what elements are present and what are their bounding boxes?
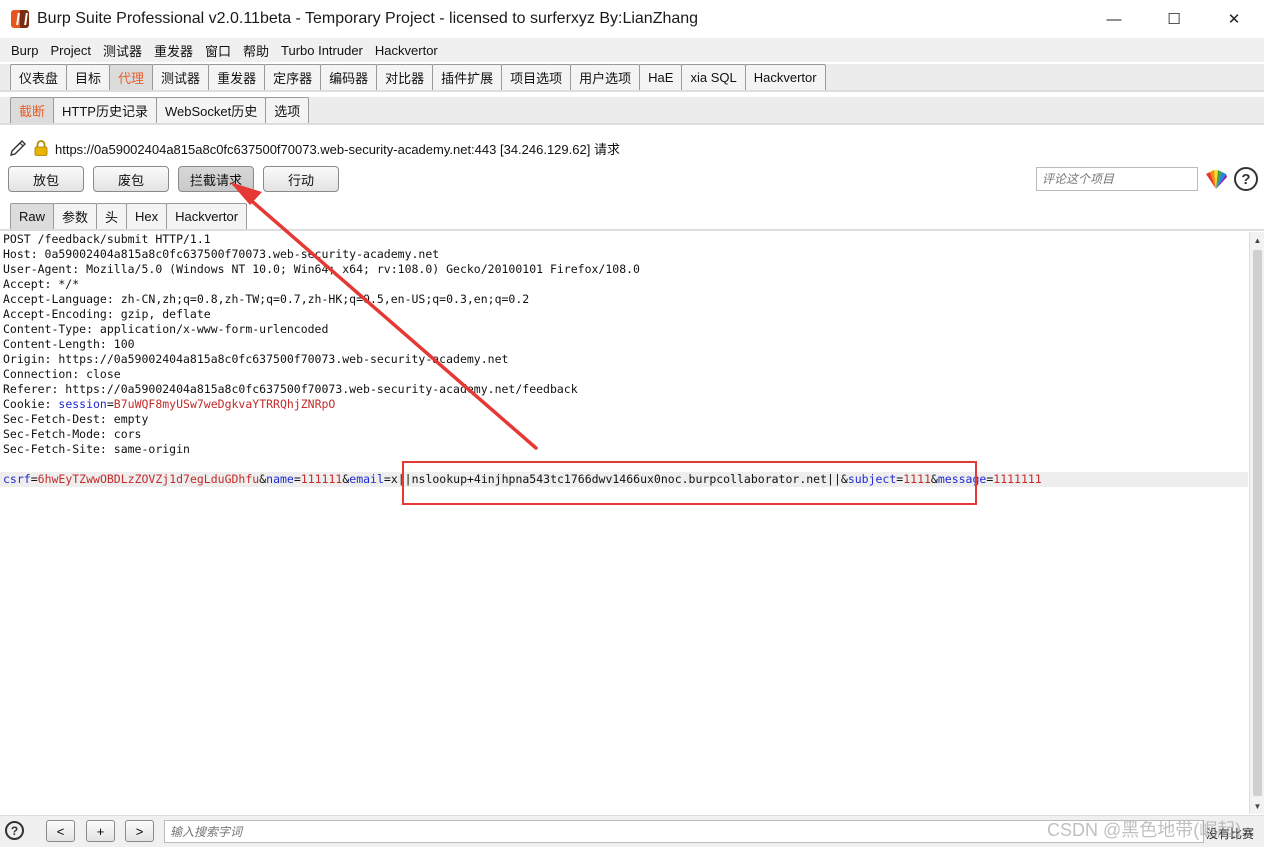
tab-proxy[interactable]: 代理	[109, 64, 154, 90]
tab-hae[interactable]: HaE	[639, 64, 683, 90]
message-view-tab-bar: Raw 参数 头 Hex Hackvertor	[0, 203, 1264, 231]
header-host: Host: 0a59002404a815a8c0fc637500f70073.w…	[3, 247, 440, 261]
csdn-watermark: CSDN @黑色地带(崛起)	[1047, 820, 1242, 840]
param-value: 1111111	[993, 472, 1042, 486]
pencil-icon[interactable]	[8, 138, 28, 158]
menu-bar: Burp Project 测试器 重发器 窗口 帮助 Turbo Intrude…	[0, 38, 1264, 62]
param-key: name	[266, 472, 294, 486]
tab-websocket-history[interactable]: WebSocket历史	[155, 97, 267, 123]
main-tab-bar: 仪表盘 目标 代理 测试器 重发器 定序器 编码器 对比器 插件扩展 项目选项 …	[0, 64, 1264, 92]
burp-logo-icon	[11, 10, 29, 28]
next-match-button[interactable]: >	[125, 820, 154, 842]
menu-intruder[interactable]: 测试器	[100, 41, 145, 60]
tab-intercept[interactable]: 截断	[10, 97, 55, 123]
tab-hackvertor[interactable]: Hackvertor	[744, 64, 826, 90]
param-value: 1111	[903, 472, 931, 486]
tab-hex[interactable]: Hex	[126, 203, 168, 229]
menu-project[interactable]: Project	[47, 43, 93, 58]
cookie-name: session	[58, 397, 107, 411]
intercept-toggle-button[interactable]: 拦截请求	[178, 166, 254, 192]
header-sec-fetch-dest: Sec-Fetch-Dest: empty	[3, 412, 149, 426]
header-sec-fetch-mode: Sec-Fetch-Mode: cors	[3, 427, 142, 441]
tab-hackvertor-view[interactable]: Hackvertor	[166, 203, 248, 229]
param-value: 111111	[300, 472, 343, 486]
action-button[interactable]: 行动	[263, 166, 339, 192]
param-value: 6hwEyTZwwOBDLzZOVZj1d7egLduGDhfu	[37, 472, 260, 486]
cookie-equals: =	[106, 397, 114, 411]
tab-intruder[interactable]: 测试器	[152, 64, 210, 90]
close-button[interactable]: ✕	[1204, 0, 1264, 38]
tab-repeater[interactable]: 重发器	[208, 64, 266, 90]
tab-headers[interactable]: 头	[96, 203, 128, 229]
tab-raw[interactable]: Raw	[10, 203, 55, 229]
editor-scrollbar[interactable]: ▲ ▼	[1249, 232, 1264, 814]
lock-icon	[34, 140, 48, 156]
scroll-down-arrow-icon[interactable]: ▼	[1252, 800, 1263, 812]
forward-button[interactable]: 放包	[8, 166, 84, 192]
param-value-email-payload: x||nslookup+4injhpna543tc1766dwv1466ux0n…	[390, 472, 841, 486]
proxy-tab-bar: 截断 HTTP历史记录 WebSocket历史 选项	[0, 97, 1264, 125]
tab-dashboard[interactable]: 仪表盘	[10, 64, 68, 90]
menu-repeater[interactable]: 重发器	[151, 41, 196, 60]
tab-options[interactable]: 选项	[265, 97, 310, 123]
header-content-type: Content-Type: application/x-www-form-url…	[3, 322, 329, 336]
highlight-color-icon[interactable]	[1204, 168, 1228, 190]
menu-turbo-intruder[interactable]: Turbo Intruder	[278, 43, 366, 58]
menu-help[interactable]: 帮助	[240, 41, 272, 60]
param-key: subject	[847, 472, 897, 486]
header-cookie: Cookie: session=B7uWQF8myUSw7weDgkvaYTRR…	[0, 397, 1248, 412]
window-title: Burp Suite Professional v2.0.11beta - Te…	[37, 10, 699, 27]
minimize-button[interactable]: —	[1084, 0, 1144, 38]
comment-input[interactable]	[1036, 167, 1198, 191]
tab-project-options[interactable]: 项目选项	[501, 64, 572, 90]
intercept-toolbar: 放包 废包 拦截请求 行动 ?	[0, 166, 1264, 194]
tab-target[interactable]: 目标	[66, 64, 111, 90]
search-help-icon[interactable]: ?	[5, 821, 24, 840]
tab-params[interactable]: 参数	[53, 203, 98, 229]
tab-comparer[interactable]: 对比器	[376, 64, 434, 90]
param-key: email	[349, 472, 384, 486]
window-controls: — ☐ ✕	[1084, 0, 1264, 38]
header-accept-language: Accept-Language: zh-CN,zh;q=0.8,zh-TW;q=…	[3, 292, 530, 306]
previous-match-button[interactable]: <	[46, 820, 75, 842]
tab-user-options[interactable]: 用户选项	[570, 64, 641, 90]
header-sec-fetch-site: Sec-Fetch-Site: same-origin	[3, 442, 190, 456]
request-line: POST /feedback/submit HTTP/1.1	[3, 232, 211, 246]
menu-window[interactable]: 窗口	[202, 41, 234, 60]
cookie-label: Cookie:	[3, 397, 59, 411]
header-user-agent: User-Agent: Mozilla/5.0 (Windows NT 10.0…	[3, 262, 640, 276]
help-icon[interactable]: ?	[1234, 167, 1258, 191]
menu-hackvertor[interactable]: Hackvertor	[372, 43, 441, 58]
param-key: csrf	[3, 472, 31, 486]
header-accept-encoding: Accept-Encoding: gzip, deflate	[3, 307, 211, 321]
title-bar: Burp Suite Professional v2.0.11beta - Te…	[0, 0, 1264, 38]
scroll-up-arrow-icon[interactable]: ▲	[1252, 234, 1263, 246]
tab-decoder[interactable]: 编码器	[320, 64, 378, 90]
header-content-length: Content-Length: 100	[3, 337, 135, 351]
tab-extender[interactable]: 插件扩展	[432, 64, 503, 90]
drop-button[interactable]: 废包	[93, 166, 169, 192]
tab-xia-sql[interactable]: xia SQL	[681, 64, 746, 90]
search-options-button[interactable]: +	[86, 820, 115, 842]
request-body: csrf=6hwEyTZwwOBDLzZOVZj1d7egLduGDhfu&na…	[0, 472, 1248, 487]
param-key: message	[937, 472, 987, 486]
maximize-button[interactable]: ☐	[1144, 0, 1204, 38]
header-origin: Origin: https://0a59002404a815a8c0fc6375…	[3, 352, 509, 366]
menu-burp[interactable]: Burp	[8, 43, 41, 58]
request-target-url: https://0a59002404a815a8c0fc637500f70073…	[55, 141, 620, 157]
header-connection: Connection: close	[3, 367, 121, 381]
tab-sequencer[interactable]: 定序器	[264, 64, 322, 90]
tab-http-history[interactable]: HTTP历史记录	[53, 97, 157, 123]
header-accept: Accept: */*	[3, 277, 80, 291]
scroll-thumb[interactable]	[1253, 250, 1262, 796]
header-referer: Referer: https://0a59002404a815a8c0fc637…	[3, 382, 578, 396]
request-editor[interactable]: POST /feedback/submit HTTP/1.1 Host: 0a5…	[0, 232, 1248, 814]
cookie-value: B7uWQF8myUSw7weDgkvaYTRRQhjZNRpO	[113, 397, 336, 411]
request-info-bar: https://0a59002404a815a8c0fc637500f70073…	[0, 134, 1264, 162]
